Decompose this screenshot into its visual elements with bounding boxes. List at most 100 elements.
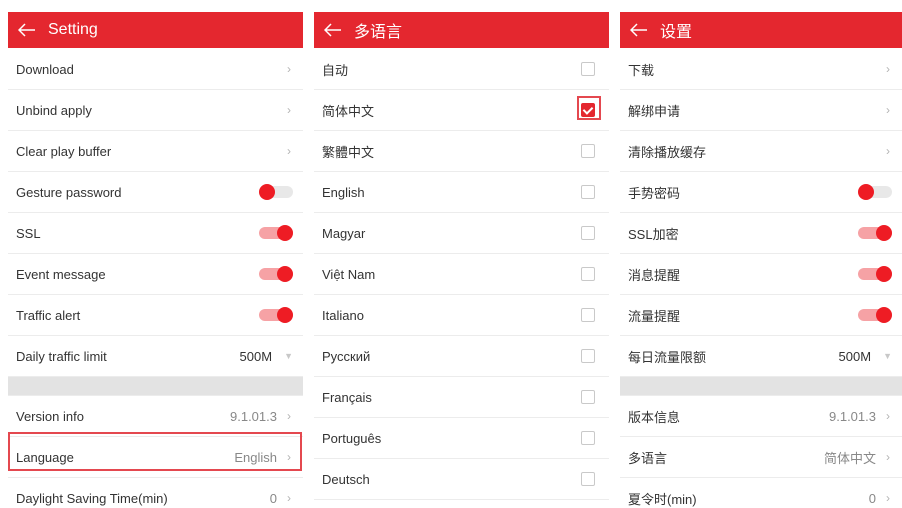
language-option[interactable]: Deutsch bbox=[314, 459, 609, 500]
toggle-switch[interactable] bbox=[858, 307, 892, 323]
section-divider bbox=[8, 377, 303, 396]
language-checkbox[interactable] bbox=[581, 349, 595, 363]
setting-label: 多语言 bbox=[628, 450, 668, 466]
setting-row[interactable]: Download › bbox=[8, 49, 303, 90]
language-option[interactable]: Português bbox=[314, 418, 609, 459]
setting-row[interactable]: Traffic alert bbox=[8, 295, 303, 336]
toggle-knob bbox=[876, 225, 892, 241]
setting-row[interactable]: 每日流量限额 500M ▼ bbox=[620, 336, 902, 377]
setting-label: Version info bbox=[16, 408, 84, 424]
setting-label: SSL加密 bbox=[628, 226, 679, 242]
language-checkbox[interactable] bbox=[581, 103, 595, 117]
setting-row[interactable]: 清除播放缓存 › bbox=[620, 131, 902, 172]
language-checkbox[interactable] bbox=[581, 472, 595, 486]
setting-row[interactable]: Unbind apply › bbox=[8, 90, 303, 131]
language-label: Magyar bbox=[322, 225, 366, 241]
language-checkbox[interactable] bbox=[581, 431, 595, 445]
language-checkbox[interactable] bbox=[581, 144, 595, 158]
toggle-knob bbox=[259, 184, 275, 200]
setting-row[interactable]: 解绑申请 › bbox=[620, 90, 902, 131]
page-title: 多语言 bbox=[354, 24, 403, 41]
setting-row[interactable]: Gesture password bbox=[8, 172, 303, 213]
chevron-right-icon: › bbox=[886, 103, 890, 117]
language-option[interactable]: Français bbox=[314, 377, 609, 418]
language-option[interactable]: English bbox=[314, 172, 609, 213]
setting-row[interactable]: 多语言 简体中文 › bbox=[620, 437, 902, 478]
toggle-switch[interactable] bbox=[259, 184, 293, 200]
language-checkbox[interactable] bbox=[581, 267, 595, 281]
setting-label: 每日流量限额 bbox=[628, 349, 707, 365]
caret-down-icon: ▼ bbox=[284, 351, 293, 361]
header-bar: Setting bbox=[8, 12, 303, 48]
dropdown-value: 500M bbox=[838, 348, 872, 364]
language-panel: 多语言 自动 简体中文 繁體中文 English Magyar Việt Nam Itali… bbox=[314, 0, 609, 508]
language-option[interactable]: 自动 bbox=[314, 49, 609, 90]
setting-label: 手势密码 bbox=[628, 185, 681, 201]
chevron-right-icon: › bbox=[287, 450, 291, 464]
setting-label: 流量提醒 bbox=[628, 308, 681, 324]
setting-value: 9.1.01.3 bbox=[230, 408, 277, 424]
language-checkbox[interactable] bbox=[581, 185, 595, 199]
toggle-knob bbox=[858, 184, 874, 200]
back-arrow-icon[interactable] bbox=[630, 23, 648, 37]
setting-row[interactable]: 流量提醒 bbox=[620, 295, 902, 336]
toggle-switch[interactable] bbox=[858, 225, 892, 241]
setting-label: 版本信息 bbox=[628, 409, 681, 425]
setting-row[interactable]: Event message bbox=[8, 254, 303, 295]
header-bar: 多语言 bbox=[314, 12, 609, 48]
setting-row[interactable]: 版本信息 9.1.01.3 › bbox=[620, 396, 902, 437]
chevron-right-icon: › bbox=[886, 62, 890, 76]
language-option[interactable]: 繁體中文 bbox=[314, 131, 609, 172]
toggle-switch[interactable] bbox=[259, 266, 293, 282]
chevron-right-icon: › bbox=[287, 491, 291, 505]
header-bar: 设置 bbox=[620, 12, 902, 48]
setting-row[interactable]: 消息提醒 bbox=[620, 254, 902, 295]
toggle-switch[interactable] bbox=[259, 307, 293, 323]
setting-label: Traffic alert bbox=[16, 307, 81, 323]
settings-panel-chinese: 设置 下载 › 解绑申请 › 清除播放缓存 › 手势密码 SSL加密 消息提醒 流量提醒 每日流量限… bbox=[620, 0, 902, 508]
back-arrow-icon[interactable] bbox=[18, 23, 36, 37]
toggle-switch[interactable] bbox=[259, 225, 293, 241]
toggle-switch[interactable] bbox=[858, 266, 892, 282]
language-option[interactable]: Việt Nam bbox=[314, 254, 609, 295]
setting-row[interactable]: SSL bbox=[8, 213, 303, 254]
settings-list: Download › Unbind apply › Clear play buffer ›… bbox=[8, 49, 303, 508]
language-option[interactable]: Magyar bbox=[314, 213, 609, 254]
language-label: Việt Nam bbox=[322, 266, 376, 282]
setting-row[interactable]: 夏令时(min) 0 › bbox=[620, 478, 902, 508]
setting-row[interactable]: Version info 9.1.01.3 › bbox=[8, 396, 303, 437]
language-list: 自动 简体中文 繁體中文 English Magyar Việt Nam Italiano Р… bbox=[314, 49, 609, 500]
language-label: Italiano bbox=[322, 307, 364, 323]
caret-down-icon: ▼ bbox=[883, 351, 892, 361]
setting-label: SSL bbox=[16, 225, 41, 241]
setting-value: 简体中文 bbox=[823, 450, 876, 466]
setting-row[interactable]: Language English › bbox=[8, 437, 303, 478]
language-option[interactable]: 简体中文 bbox=[314, 90, 609, 131]
setting-row[interactable]: Clear play buffer › bbox=[8, 131, 303, 172]
setting-label: Clear play buffer bbox=[16, 143, 112, 159]
toggle-switch[interactable] bbox=[858, 184, 892, 200]
language-label: Deutsch bbox=[322, 471, 370, 487]
chevron-right-icon: › bbox=[886, 409, 890, 423]
setting-value: 0 bbox=[868, 490, 876, 506]
language-checkbox[interactable] bbox=[581, 226, 595, 240]
setting-row[interactable]: 下载 › bbox=[620, 49, 902, 90]
chevron-right-icon: › bbox=[287, 144, 291, 158]
setting-row[interactable]: Daylight Saving Time(min) 0 › bbox=[8, 478, 303, 508]
language-checkbox[interactable] bbox=[581, 308, 595, 322]
language-option[interactable]: Italiano bbox=[314, 295, 609, 336]
dropdown-value: 500M bbox=[239, 348, 273, 364]
language-checkbox[interactable] bbox=[581, 390, 595, 404]
back-arrow-icon[interactable] bbox=[324, 23, 342, 37]
setting-row[interactable]: Daily traffic limit 500M ▼ bbox=[8, 336, 303, 377]
language-option[interactable]: Русский bbox=[314, 336, 609, 377]
setting-label: 清除播放缓存 bbox=[628, 144, 707, 160]
setting-label: Daily traffic limit bbox=[16, 348, 107, 364]
section-divider bbox=[620, 377, 902, 396]
setting-label: Download bbox=[16, 61, 74, 77]
language-checkbox[interactable] bbox=[581, 62, 595, 76]
setting-row[interactable]: SSL加密 bbox=[620, 213, 902, 254]
settings-panel-english: Setting Download › Unbind apply › Clear play… bbox=[8, 0, 303, 508]
setting-row[interactable]: 手势密码 bbox=[620, 172, 902, 213]
setting-value: 9.1.01.3 bbox=[829, 408, 876, 424]
